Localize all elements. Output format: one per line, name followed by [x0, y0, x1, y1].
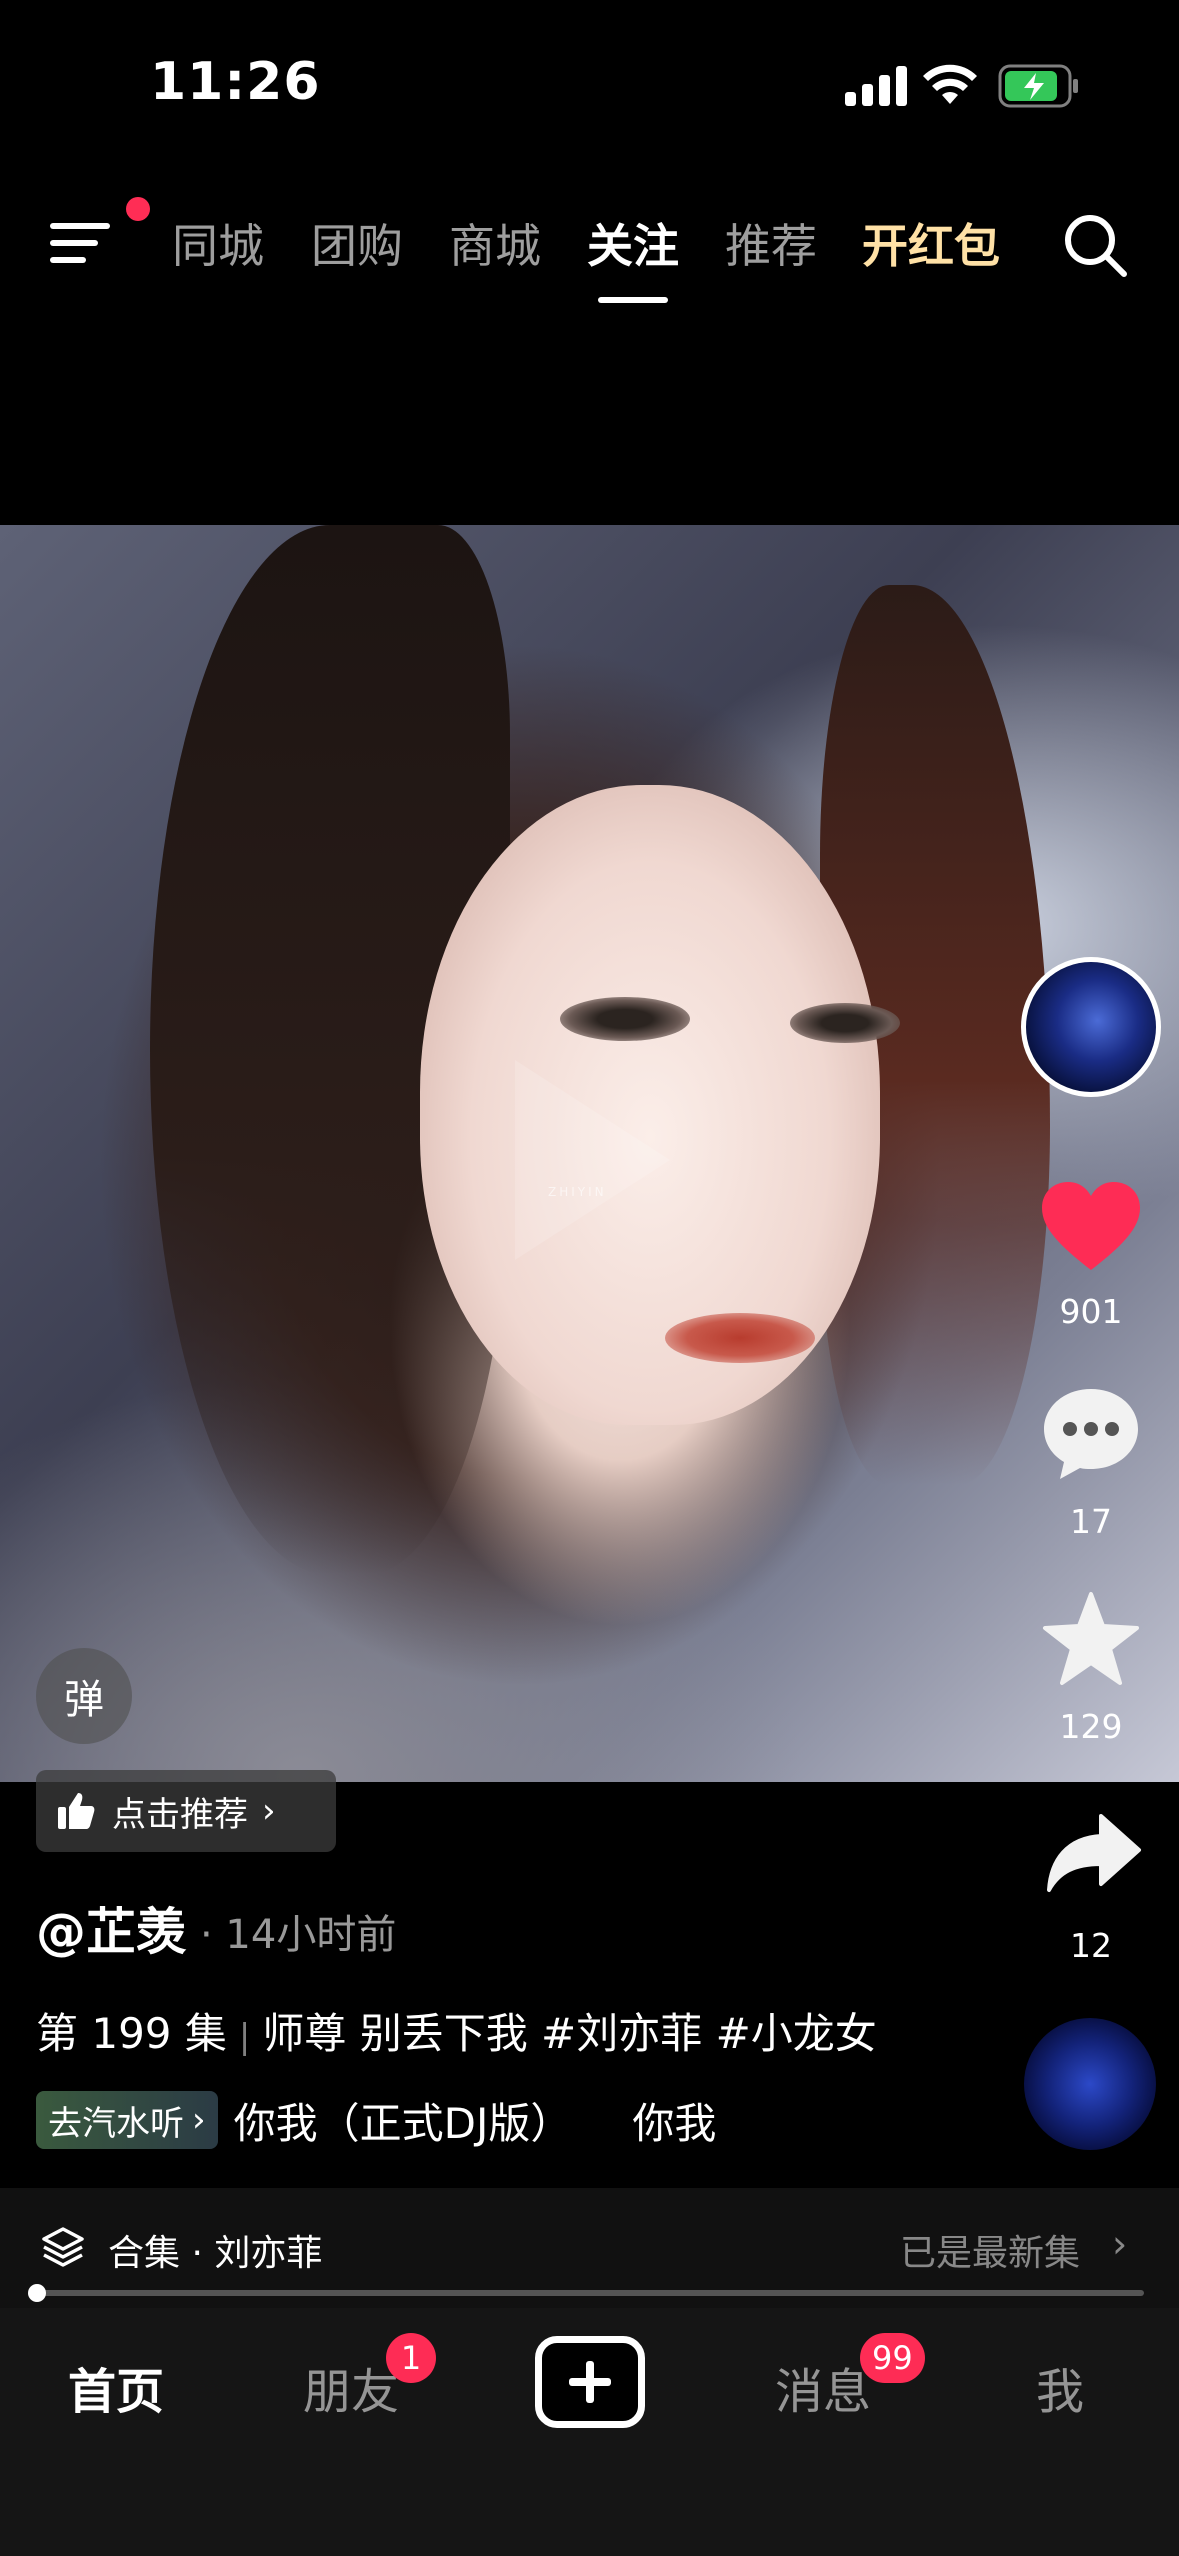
menu-icon[interactable]	[50, 215, 116, 271]
tab-messages[interactable]: 消息	[775, 2352, 871, 2422]
collection-latest[interactable]: 已是最新集	[900, 2224, 1080, 2276]
tab-shangcheng[interactable]: 商城	[449, 210, 541, 276]
author-avatar[interactable]	[1021, 957, 1161, 1097]
tab-red-packet[interactable]: 开红包	[862, 210, 1000, 276]
share-count: 12	[1070, 1926, 1112, 1965]
music-disc[interactable]	[1024, 2018, 1156, 2150]
active-tab-indicator	[598, 297, 668, 303]
favorite-count: 129	[1059, 1707, 1123, 1746]
collection-label[interactable]: 合集 · 刘亦菲	[108, 2224, 322, 2276]
comment-icon[interactable]	[1040, 1385, 1142, 1481]
favorite-star-icon[interactable]	[1040, 1590, 1142, 1688]
author-name[interactable]: @芷羡	[36, 1892, 186, 1964]
tab-home[interactable]: 首页	[68, 2352, 164, 2422]
status-bar: 11:26	[0, 0, 1179, 170]
like-heart-icon[interactable]	[1040, 1180, 1142, 1272]
comment-count: 17	[1070, 1502, 1112, 1541]
plus-icon	[569, 2361, 611, 2403]
thumbs-up-icon	[58, 1793, 95, 1829]
tab-friends[interactable]: 朋友	[303, 2352, 399, 2422]
chevron-right-icon: ›	[262, 1791, 276, 1831]
recommend-label: 点击推荐	[112, 1794, 248, 1835]
messages-badge: 99	[860, 2333, 925, 2383]
progress-knob[interactable]	[28, 2284, 46, 2302]
tab-me[interactable]: 我	[1036, 2352, 1084, 2422]
music-badge-label: 去汽水听	[48, 2103, 184, 2144]
music-title: 你我（正式DJ版）	[233, 2098, 573, 2148]
video-frame-eye-right	[790, 1003, 900, 1043]
tab-tongcheng[interactable]: 同城	[172, 210, 264, 276]
share-icon[interactable]	[1045, 1812, 1143, 1894]
recommend-button[interactable]: 点击推荐 ›	[36, 1770, 336, 1852]
battery-charging-icon	[998, 64, 1078, 108]
chevron-right-icon: ›	[1112, 2222, 1128, 2266]
video-description: 第 199 集 | 师尊 别丢下我 #刘亦菲 #小龙女	[36, 2000, 877, 2061]
video-player[interactable]	[0, 525, 1179, 1782]
tab-recommend[interactable]: 推荐	[725, 210, 817, 276]
cellular-signal-icon	[845, 64, 907, 106]
video-frame-eye	[560, 997, 690, 1041]
friends-badge: 1	[386, 2333, 436, 2383]
status-time: 11:26	[150, 52, 321, 112]
danmaku-toggle-button[interactable]: 弹	[36, 1648, 132, 1744]
post-time: · 14小时前	[200, 1912, 397, 1958]
chevron-right-icon: ›	[192, 2100, 206, 2140]
play-icon	[515, 1060, 670, 1260]
notification-dot	[126, 197, 150, 221]
layers-icon	[42, 2227, 84, 2267]
tab-following[interactable]: 关注	[587, 210, 679, 276]
music-title-marquee: 你我	[632, 2098, 717, 2148]
tab-tuangou[interactable]: 团购	[311, 210, 403, 276]
video-watermark: ZHIYIN	[548, 1185, 607, 1199]
wifi-icon	[923, 64, 977, 104]
like-count: 901	[1059, 1292, 1123, 1331]
music-row[interactable]: 去汽水听 › 你我（正式DJ版） 你我	[36, 2090, 726, 2150]
open-qishui-button[interactable]: 去汽水听 ›	[36, 2091, 218, 2149]
video-frame-lips	[665, 1313, 815, 1363]
danmaku-label: 弹	[64, 1677, 104, 1723]
create-button[interactable]	[535, 2336, 645, 2428]
video-title[interactable]: 师尊 别丢下我 #刘亦菲 #小龙女	[262, 2009, 876, 2058]
search-icon[interactable]	[1060, 210, 1130, 280]
separator: |	[238, 2017, 251, 2057]
video-progress-bar[interactable]	[34, 2290, 1144, 2296]
episode-number: 第 199 集	[36, 2009, 227, 2058]
